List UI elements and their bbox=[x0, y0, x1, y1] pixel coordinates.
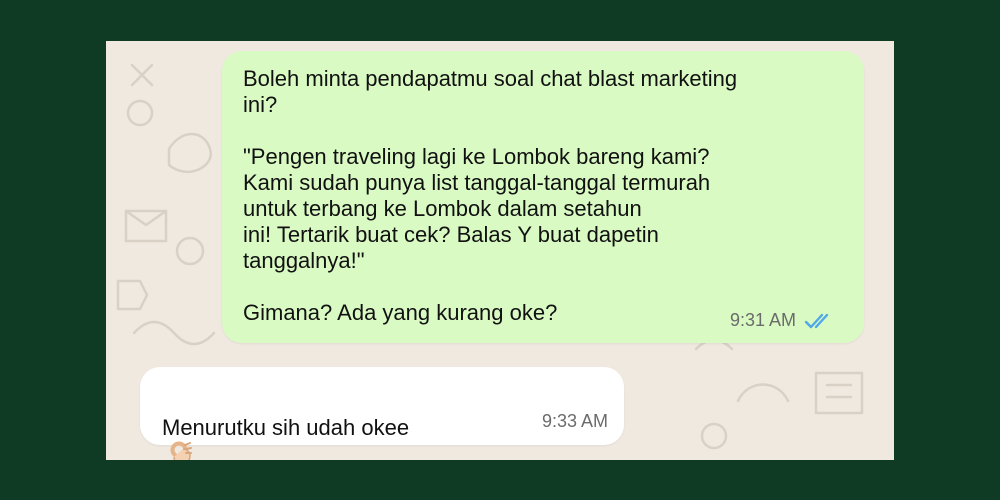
incoming-message-text-content: Menurutku sih udah okee bbox=[162, 415, 410, 440]
outgoing-message-time: 9:31 AM bbox=[729, 310, 796, 330]
incoming-message-bubble[interactable]: Menurutku sih udah okee 9:33 AM bbox=[140, 367, 624, 460]
outgoing-message-meta: 9:31 AM bbox=[730, 310, 838, 331]
double-check-read-icon bbox=[804, 313, 829, 328]
ok-hand-icon bbox=[170, 441, 192, 460]
incoming-message-meta: 9:33 AM bbox=[542, 411, 608, 432]
outgoing-message-bubble[interactable]: Boleh minta pendapatmu soal chat blast m… bbox=[222, 51, 864, 343]
incoming-message-time: 9:33 AM bbox=[541, 411, 608, 431]
chat-panel: Boleh minta pendapatmu soal chat blast m… bbox=[106, 41, 894, 460]
outgoing-message-text: Boleh minta pendapatmu soal chat blast m… bbox=[243, 66, 738, 325]
incoming-message-text: Menurutku sih udah okee bbox=[162, 389, 502, 460]
